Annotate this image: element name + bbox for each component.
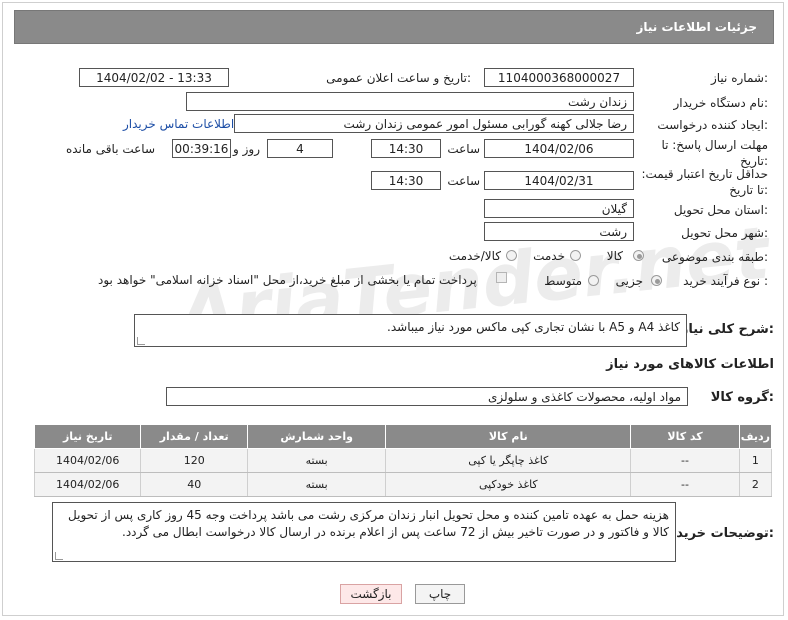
back-button[interactable]: بازگشت	[340, 584, 402, 604]
buyer-org-label: نام دستگاه خریدار:	[673, 96, 769, 110]
process-medium-label: متوسط	[544, 274, 582, 288]
deadline-label: مهلت ارسال پاسخ: تا تاریخ:	[661, 138, 768, 168]
cell-quantity: 40	[140, 472, 248, 497]
deadline-time-label: ساعت	[447, 142, 480, 156]
cell-item-name: کاغذ خودکپی	[385, 472, 632, 497]
announce-label: تاریخ و ساعت اعلان عمومی:	[326, 71, 471, 85]
category-goods-radio[interactable]	[633, 250, 644, 261]
validity-date-field: 1404/02/31	[484, 171, 634, 190]
remaining-time-label: ساعت باقی مانده	[65, 142, 155, 156]
goods-group-label: گروه کالا:	[710, 390, 774, 405]
buyer-notes-textarea: هزینه حمل به عهده تامین کننده و محل تحوی…	[52, 502, 676, 562]
days-label: روز و	[233, 142, 260, 156]
category-service-label: خدمت	[533, 249, 565, 263]
print-button[interactable]: چاپ	[415, 584, 465, 604]
validity-time-field: 14:30	[371, 171, 441, 190]
need-number-label: شماره نیاز:	[710, 71, 768, 85]
category-goods-service-label: کالا/خدمت	[448, 249, 501, 263]
cell-item-code: --	[630, 472, 740, 497]
col-quantity: تعداد / مقدار	[140, 424, 248, 449]
category-goods-service-radio[interactable]	[506, 250, 517, 261]
days-remaining-field: 4	[267, 139, 333, 158]
province-field: گیلان	[484, 199, 634, 218]
cell-row-number: 1	[738, 448, 773, 473]
min-validity-label: حداقل تاریخ اعتبار قیمت: تا تاریخ:	[641, 167, 768, 197]
deadline-time-field: 14:30	[371, 139, 441, 158]
city-label: شهر محل تحویل:	[681, 226, 768, 240]
deadline-date-field: 1404/02/06	[484, 139, 634, 158]
need-number-field: 1104000368000027	[484, 68, 634, 87]
buyer-notes-label: توضیحات خریدار:	[664, 526, 774, 541]
resize-grip-icon[interactable]	[137, 337, 145, 345]
page-title: جزئیات اطلاعات نیاز	[636, 20, 757, 34]
process-minor-radio[interactable]	[651, 275, 662, 286]
cell-item-code: --	[630, 448, 740, 473]
col-unit: واحد شمارش	[246, 424, 387, 449]
requester-field: رضا جلالی کهنه گورابی مسئول امور عمومی ز…	[234, 114, 634, 133]
category-label: طبقه بندی موضوعی:	[661, 250, 768, 264]
goods-table-header: ردیف کد کالا نام کالا واحد شمارش تعداد /…	[33, 424, 773, 449]
buyer-org-field: زندان رشت	[186, 92, 634, 111]
remaining-time-field: 00:39:16	[172, 139, 231, 158]
cell-row-number: 2	[738, 472, 773, 497]
col-item-code: کد کالا	[630, 424, 740, 449]
cell-need-date: 1404/02/06	[33, 472, 142, 497]
process-medium-radio[interactable]	[588, 275, 599, 286]
cell-need-date: 1404/02/06	[33, 448, 142, 473]
resize-grip-icon[interactable]	[55, 552, 63, 560]
validity-time-label: ساعت	[447, 174, 480, 188]
cell-quantity: 120	[140, 448, 248, 473]
goods-section-title: اطلاعات کالاهای مورد نیاز	[606, 357, 774, 372]
treasury-payment-note: پرداخت تمام یا بخشی از مبلغ خرید،از محل …	[98, 273, 478, 287]
goods-group-field: مواد اولیه، محصولات کاغذی و سلولزی	[166, 387, 688, 406]
province-label: استان محل تحویل:	[673, 203, 768, 217]
process-label: نوع فرآیند خرید :	[683, 274, 768, 288]
announce-datetime-field: 1404/02/02 - 13:33	[79, 68, 229, 87]
col-item-name: نام کالا	[385, 424, 632, 449]
cell-unit: بسته	[246, 472, 387, 497]
goods-table: ردیف کد کالا نام کالا واحد شمارش تعداد /…	[33, 424, 773, 497]
col-row-number: ردیف	[738, 424, 773, 449]
cell-item-name: کاغذ چاپگر یا کپی	[385, 448, 632, 473]
category-goods-label: کالا	[606, 249, 623, 263]
description-textarea: کاغذ A4 و A5 با نشان تجاری کپی ماکس مورد…	[134, 314, 687, 347]
buyer-contact-link[interactable]: اطلاعات تماس خریدار	[123, 117, 234, 131]
city-field: رشت	[484, 222, 634, 241]
category-service-radio[interactable]	[570, 250, 581, 261]
process-minor-label: جزیی	[615, 274, 643, 288]
requester-label: ایجاد کننده درخواست:	[657, 118, 768, 132]
treasury-payment-checkbox[interactable]	[496, 272, 507, 283]
page-header: جزئیات اطلاعات نیاز	[14, 10, 774, 44]
description-text: کاغذ A4 و A5 با نشان تجاری کپی ماکس مورد…	[387, 320, 680, 334]
description-label: شرح کلی نیاز:	[680, 322, 774, 337]
col-need-date: تاریخ نیاز	[33, 424, 142, 449]
buyer-notes-text: هزینه حمل به عهده تامین کننده و محل تحوی…	[68, 508, 669, 539]
table-row: 1 -- کاغذ چاپگر یا کپی بسته 120 1404/02/…	[33, 448, 773, 473]
cell-unit: بسته	[246, 448, 387, 473]
table-row: 2 -- کاغذ خودکپی بسته 40 1404/02/06	[33, 472, 773, 497]
